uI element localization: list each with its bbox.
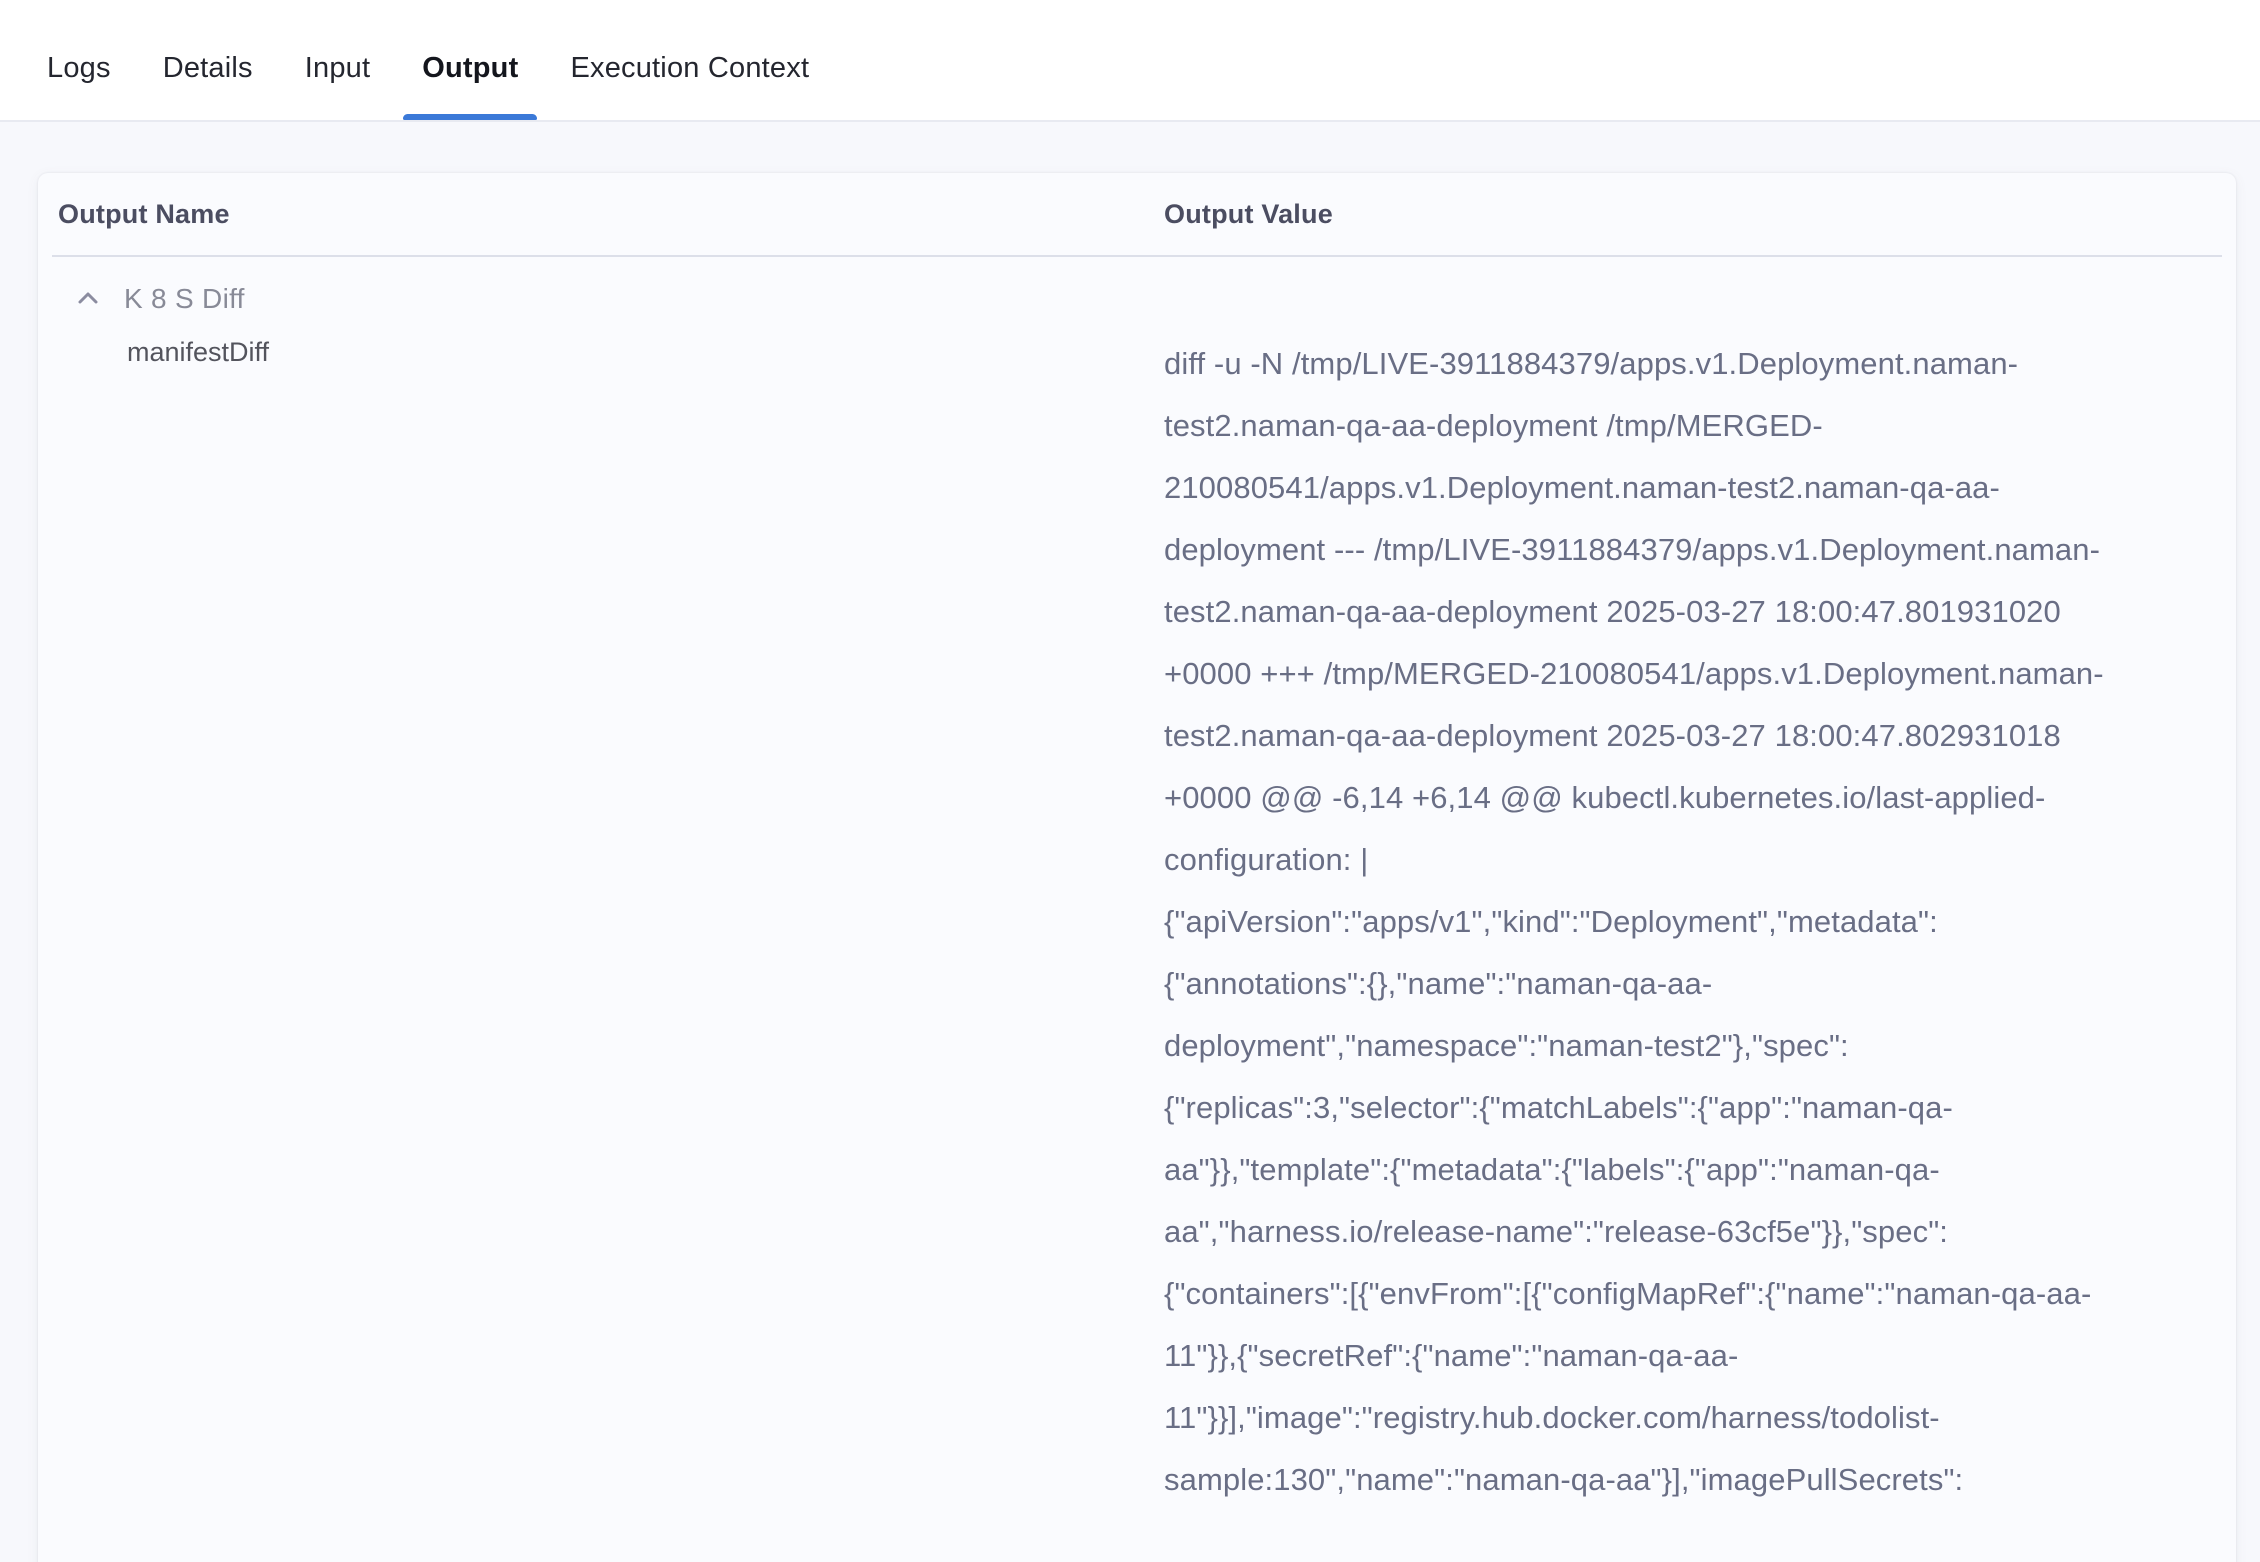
output-name-cell: manifestDiff	[58, 333, 1164, 371]
tab-bar: Logs Details Input Output Execution Cont…	[0, 0, 2260, 122]
output-table-card: Output Name Output Value K 8 S Diff mani…	[38, 173, 2236, 1562]
tab-logs[interactable]: Logs	[28, 16, 130, 120]
group-label: K 8 S Diff	[124, 283, 245, 315]
tab-input[interactable]: Input	[286, 16, 390, 120]
chevron-up-icon[interactable]	[76, 287, 100, 311]
tab-details[interactable]: Details	[144, 16, 272, 120]
group-row-k8s-diff[interactable]: K 8 S Diff	[76, 281, 2236, 317]
tab-output[interactable]: Output	[403, 16, 537, 120]
step-output-panel: Logs Details Input Output Execution Cont…	[0, 0, 2260, 1562]
column-header-output-value: Output Value	[1164, 199, 2216, 230]
output-table-header: Output Name Output Value	[38, 173, 2236, 255]
output-value-cell: diff -u -N /tmp/LIVE-3911884379/apps.v1.…	[1164, 333, 2104, 1511]
table-row: manifestDiff diff -u -N /tmp/LIVE-391188…	[38, 333, 2236, 1511]
tab-execution-context[interactable]: Execution Context	[551, 16, 828, 120]
header-divider	[52, 255, 2222, 257]
column-header-output-name: Output Name	[58, 199, 1164, 230]
